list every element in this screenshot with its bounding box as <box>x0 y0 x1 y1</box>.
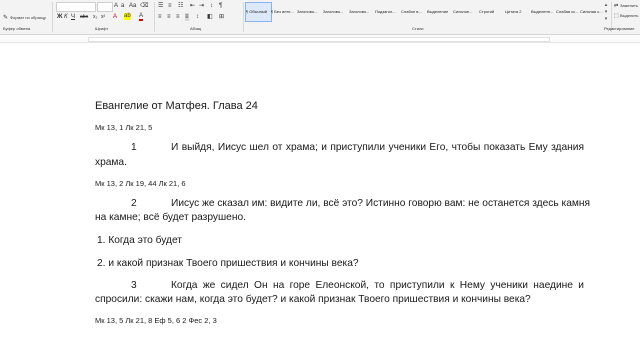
ribbon: ✎ Формат по образцу Буфер обмена A a Aa … <box>0 0 640 35</box>
bullets-icon[interactable]: ☰ <box>158 2 163 10</box>
replace-button[interactable]: Заменить <box>620 2 638 10</box>
increase-indent-icon[interactable]: ⇥ <box>199 2 204 10</box>
shading-icon[interactable]: ◧ <box>207 13 213 21</box>
separator <box>243 2 244 32</box>
horizontal-ruler[interactable] <box>0 35 640 43</box>
paragraph-group-label: Абзац <box>190 26 202 31</box>
verse-text: Иисус же сказал им: видите ли, всё это? … <box>171 198 591 209</box>
verse-text: Когда же сидел Он на горе Елеонской, то … <box>171 280 584 291</box>
list-item: 1. Когда это будет <box>97 235 182 246</box>
clipboard-group-label: Буфер обмена <box>3 26 31 31</box>
style-subtle-emphasis[interactable]: Слабое в... <box>401 2 426 22</box>
numbering-icon[interactable]: ≡ <box>168 2 172 10</box>
font-group-label: Шрифт <box>95 26 109 31</box>
chevron-up-icon[interactable]: ▴ <box>603 2 609 9</box>
verse-number: 1 <box>131 142 137 153</box>
cross-reference: Мк 13, 1 Лк 21, 5 <box>95 123 153 132</box>
align-center-icon[interactable]: ≡ <box>167 13 171 21</box>
styles-gallery: ¶ Обычный ¶ Без инте... Заголово... Заго… <box>245 2 603 22</box>
line-spacing-icon[interactable]: ↕ <box>196 13 199 21</box>
verse-number: 3 <box>131 280 137 291</box>
more-styles-icon[interactable]: ▾ <box>603 16 609 23</box>
style-heading-1[interactable]: Заголово... <box>297 2 322 22</box>
ruler-track <box>88 37 550 42</box>
style-intense-emphasis[interactable]: Сильное... <box>453 2 478 22</box>
style-strong[interactable]: Строгий <box>479 2 504 22</box>
verse-text: на камне; всё будет разрушено. <box>95 212 246 223</box>
justify-icon[interactable]: ≡ <box>185 13 189 21</box>
style-quote[interactable]: Цитата 2 <box>505 2 530 22</box>
style-emphasis[interactable]: Выделение <box>427 2 452 22</box>
styles-group-label: Стили <box>412 26 424 31</box>
style-no-spacing[interactable]: ¶ Без инте... <box>271 2 296 22</box>
cross-reference: Мк 13, 5 Лк 21, 8 Еф 5, 6 2 Фес 2, 3 <box>95 316 217 325</box>
style-intense-quote[interactable]: Выделенн... <box>531 2 555 22</box>
verse-number: 2 <box>131 198 137 209</box>
verse-text: спросили: скажи нам, когда это будет? и … <box>95 294 531 305</box>
style-normal[interactable]: ¶ Обычный <box>245 2 272 22</box>
chevron-down-icon[interactable]: ▾ <box>603 9 609 16</box>
multilevel-list-icon[interactable]: ☷ <box>178 2 183 10</box>
document-page[interactable]: Евангелие от Матфея. Глава 24 Мк 13, 1 Л… <box>0 43 640 360</box>
align-right-icon[interactable]: ≡ <box>176 13 180 21</box>
chapter-title: Евангелие от Матфея. Глава 24 <box>95 100 258 112</box>
align-left-icon[interactable]: ≡ <box>158 13 162 21</box>
cross-reference: Мк 13, 2 Лк 19, 44 Лк 21, 6 <box>95 179 186 188</box>
sort-icon[interactable]: ↕ <box>210 2 213 10</box>
editing-group-label: Редактирование <box>604 26 635 31</box>
verse-text: И выйдя, Иисус шел от храма; и приступил… <box>171 142 584 153</box>
borders-icon[interactable]: ⊞ <box>219 13 224 21</box>
word-window: ✎ Формат по образцу Буфер обмена A a Aa … <box>0 0 640 360</box>
pilcrow-icon[interactable]: ¶ <box>219 2 222 10</box>
style-heading-3[interactable]: Заголово... <box>349 2 374 22</box>
style-subtitle[interactable]: Подзагол... <box>375 2 400 22</box>
style-heading-2[interactable]: Заголово... <box>323 2 348 22</box>
select-icon[interactable]: ⬚ <box>614 12 619 20</box>
replace-icon[interactable]: ⇄ <box>614 2 618 10</box>
styles-scroll[interactable]: ▴ ▾ ▾ <box>603 2 609 22</box>
verse-text: храма. <box>95 157 127 168</box>
decrease-indent-icon[interactable]: ⇤ <box>190 2 195 10</box>
list-item: 2. и какой признак Твоего пришествия и к… <box>97 258 359 269</box>
style-intense-reference[interactable]: Сильная с... <box>580 2 603 22</box>
style-subtle-reference[interactable]: Слабая сс... <box>556 2 579 22</box>
select-button[interactable]: Выделить <box>620 12 638 20</box>
